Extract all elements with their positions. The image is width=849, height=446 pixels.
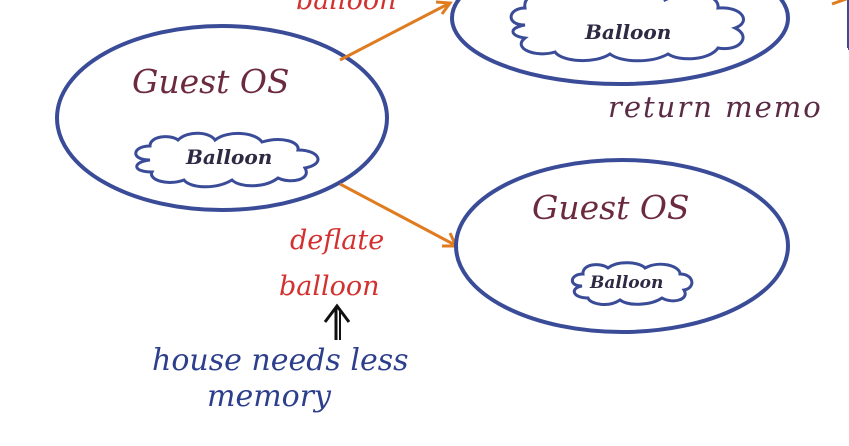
offscreen-arrow-fragment	[831, 0, 848, 6]
balloon-label-inflated: Balloon	[584, 20, 671, 44]
host-note-line2: memory	[207, 379, 332, 414]
inflate-balloon-label: balloon	[296, 0, 397, 16]
guest-os-main-node: Guest OS Balloon	[55, 24, 389, 212]
balloon-cloud-main: Balloon	[134, 131, 320, 189]
diagram-canvas: Balloon balloon Guest OS Balloon return …	[55, 0, 849, 414]
deflate-label-line2: balloon	[279, 271, 380, 302]
balloon-cloud-deflated: Balloon	[570, 261, 694, 306]
return-memory-label: return memo	[608, 90, 823, 124]
balloon-label-main: Balloon	[185, 145, 272, 169]
guest-os-deflated-node: Guest OS Balloon	[454, 158, 790, 334]
balloon-cloud-inflated: Balloon	[509, 0, 745, 63]
host-note-line1: house needs less	[152, 343, 409, 378]
balloon-label-deflated: Balloon	[589, 273, 663, 293]
black-up-arrow-icon	[323, 303, 351, 340]
deflate-label-line1: deflate	[290, 225, 384, 256]
guest-os-label-main: Guest OS	[132, 62, 290, 101]
guest-os-label-deflated: Guest OS	[532, 188, 690, 227]
guest-os-inflated-node: Balloon	[450, 0, 790, 86]
